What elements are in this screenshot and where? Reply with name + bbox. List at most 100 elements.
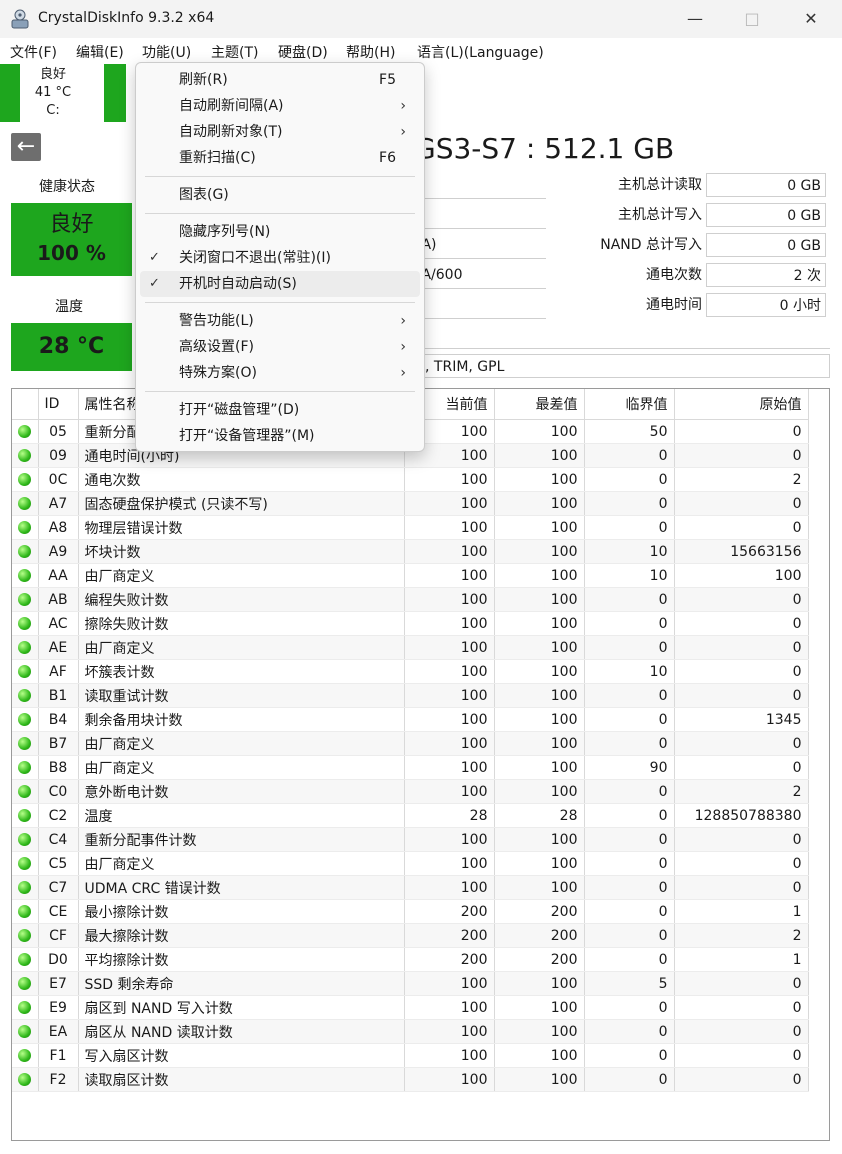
stat-host-writes-value: 0 GB <box>706 203 826 227</box>
status-dot-cell <box>12 491 39 516</box>
table-row[interactable]: C2 温度 28 28 0 128850788380 <box>12 803 809 828</box>
menu-item-0[interactable]: 刷新(R) F5 <box>140 67 420 93</box>
table-row[interactable]: A7 固态硬盘保护模式 (只读不写) 100 100 0 0 <box>12 491 809 516</box>
attr-name: 意外断电计数 <box>78 779 405 804</box>
menu-item-9[interactable]: ✓ 开机时自动启动(S) <box>140 271 420 297</box>
table-row[interactable]: A9 坏块计数 100 100 10 15663156 <box>12 539 809 564</box>
attr-name: UDMA CRC 错误计数 <box>78 875 405 900</box>
attr-current: 100 <box>404 539 495 564</box>
status-dot-cell <box>12 779 39 804</box>
menu-function[interactable]: 功能(U) <box>142 42 191 62</box>
attr-name: 通电次数 <box>78 467 405 492</box>
table-row[interactable]: D0 平均擦除计数 200 200 0 1 <box>12 947 809 972</box>
menu-item-11[interactable]: 警告功能(L) › <box>140 308 420 334</box>
close-button[interactable]: ✕ <box>788 0 834 38</box>
disk-tab-c[interactable]: 良好 41 °C C: <box>0 64 132 122</box>
table-row[interactable]: F2 读取扇区计数 100 100 0 0 <box>12 1067 809 1092</box>
menu-help[interactable]: 帮助(H) <box>346 42 395 62</box>
attr-raw: 0 <box>674 995 809 1020</box>
attr-threshold: 0 <box>584 731 675 756</box>
status-dot-cell <box>12 1019 39 1044</box>
menu-item-8[interactable]: ✓ 关闭窗口不退出(常驻)(I) <box>140 245 420 271</box>
menu-item-label: 打开“磁盘管理”(D) <box>179 402 300 418</box>
status-good-icon <box>18 977 31 990</box>
table-row[interactable]: E7 SSD 剩余寿命 100 100 5 0 <box>12 971 809 996</box>
menu-theme[interactable]: 主题(T) <box>211 42 258 62</box>
table-row[interactable]: C4 重新分配事件计数 100 100 0 0 <box>12 827 809 852</box>
attr-current: 100 <box>404 587 495 612</box>
attr-threshold: 0 <box>584 683 675 708</box>
menu-item-1[interactable]: 自动刷新间隔(A) › <box>140 93 420 119</box>
table-row[interactable]: CE 最小擦除计数 200 200 0 1 <box>12 899 809 924</box>
attr-id: 09 <box>38 443 79 468</box>
attr-current: 200 <box>404 899 495 924</box>
attr-name: 重新分配事件计数 <box>78 827 405 852</box>
menu-item-3[interactable]: 重新扫描(C) F6 <box>140 145 420 171</box>
attr-threshold: 0 <box>584 707 675 732</box>
attr-id: CE <box>38 899 79 924</box>
table-row[interactable]: F1 写入扇区计数 100 100 0 0 <box>12 1043 809 1068</box>
attr-name: 最大擦除计数 <box>78 923 405 948</box>
menu-disk[interactable]: 硬盘(D) <box>278 42 328 62</box>
header-id[interactable]: ID <box>38 389 79 420</box>
table-row[interactable]: C7 UDMA CRC 错误计数 100 100 0 0 <box>12 875 809 900</box>
table-row[interactable]: CF 最大擦除计数 200 200 0 2 <box>12 923 809 948</box>
attr-worst: 100 <box>494 779 585 804</box>
attr-threshold: 0 <box>584 779 675 804</box>
table-row[interactable]: AF 坏簇表计数 100 100 10 0 <box>12 659 809 684</box>
attr-current: 100 <box>404 755 495 780</box>
menu-edit[interactable]: 编辑(E) <box>76 42 124 62</box>
table-row[interactable]: AE 由厂商定义 100 100 0 0 <box>12 635 809 660</box>
smart-attribute-table[interactable]: ID 属性名称 当前值 最差值 临界值 原始值 05重新分配扇区计数100100… <box>11 388 830 1141</box>
menu-language[interactable]: 语言(L)(Language) <box>417 42 544 62</box>
table-row[interactable]: E9 扇区到 NAND 写入计数 100 100 0 0 <box>12 995 809 1020</box>
header-raw[interactable]: 原始值 <box>674 389 809 420</box>
menu-item-13[interactable]: 特殊方案(O) › <box>140 360 420 386</box>
minimize-button[interactable]: — <box>672 0 718 38</box>
menu-item-label: 图表(G) <box>179 187 229 203</box>
attr-name: 读取重试计数 <box>78 683 405 708</box>
table-row[interactable]: AC 擦除失败计数 100 100 0 0 <box>12 611 809 636</box>
menu-item-5[interactable]: 图表(G) <box>140 182 420 208</box>
menu-item-16[interactable]: 打开“设备管理器”(M) <box>140 423 420 449</box>
menu-item-7[interactable]: 隐藏序列号(N) <box>140 219 420 245</box>
attr-threshold: 0 <box>584 899 675 924</box>
maximize-button[interactable]: □ <box>729 0 775 38</box>
attr-worst: 100 <box>494 827 585 852</box>
attr-id: F2 <box>38 1067 79 1092</box>
function-dropdown-menu: 刷新(R) F5 自动刷新间隔(A) › 自动刷新对象(T) › 重新扫描(C) F6 图表(G… <box>135 62 425 452</box>
previous-disk-button[interactable]: ← <box>11 133 41 161</box>
attr-id: AC <box>38 611 79 636</box>
table-row[interactable]: A8 物理层错误计数 100 100 0 0 <box>12 515 809 540</box>
attr-id: D0 <box>38 947 79 972</box>
header-worst[interactable]: 最差值 <box>494 389 585 420</box>
status-good-icon <box>18 929 31 942</box>
table-row[interactable]: B1 读取重试计数 100 100 0 0 <box>12 683 809 708</box>
menu-item-12[interactable]: 高级设置(F) › <box>140 334 420 360</box>
table-row[interactable]: C0 意外断电计数 100 100 0 2 <box>12 779 809 804</box>
table-row[interactable]: EA 扇区从 NAND 读取计数 100 100 0 0 <box>12 1019 809 1044</box>
attr-current: 100 <box>404 1067 495 1092</box>
table-row[interactable]: AA 由厂商定义 100 100 10 100 <box>12 563 809 588</box>
attr-worst: 100 <box>494 875 585 900</box>
menu-item-2[interactable]: 自动刷新对象(T) › <box>140 119 420 145</box>
header-threshold[interactable]: 临界值 <box>584 389 675 420</box>
attr-current: 100 <box>404 491 495 516</box>
menu-file[interactable]: 文件(F) <box>10 42 57 62</box>
header-status[interactable] <box>12 389 39 420</box>
menu-item-15[interactable]: 打开“磁盘管理”(D) <box>140 397 420 423</box>
table-row[interactable]: 0C 通电次数 100 100 0 2 <box>12 467 809 492</box>
table-row[interactable]: AB 编程失败计数 100 100 0 0 <box>12 587 809 612</box>
status-dot-cell <box>12 659 39 684</box>
attr-id: 0C <box>38 467 79 492</box>
attr-worst: 100 <box>494 659 585 684</box>
table-row[interactable]: B8 由厂商定义 100 100 90 0 <box>12 755 809 780</box>
attr-name: 坏块计数 <box>78 539 405 564</box>
attr-id: 05 <box>38 419 79 444</box>
attr-raw: 1345 <box>674 707 809 732</box>
table-row[interactable]: C5 由厂商定义 100 100 0 0 <box>12 851 809 876</box>
table-row[interactable]: B4 剩余备用块计数 100 100 0 1345 <box>12 707 809 732</box>
attr-threshold: 0 <box>584 827 675 852</box>
submenu-arrow-icon: › <box>400 339 406 355</box>
table-row[interactable]: B7 由厂商定义 100 100 0 0 <box>12 731 809 756</box>
